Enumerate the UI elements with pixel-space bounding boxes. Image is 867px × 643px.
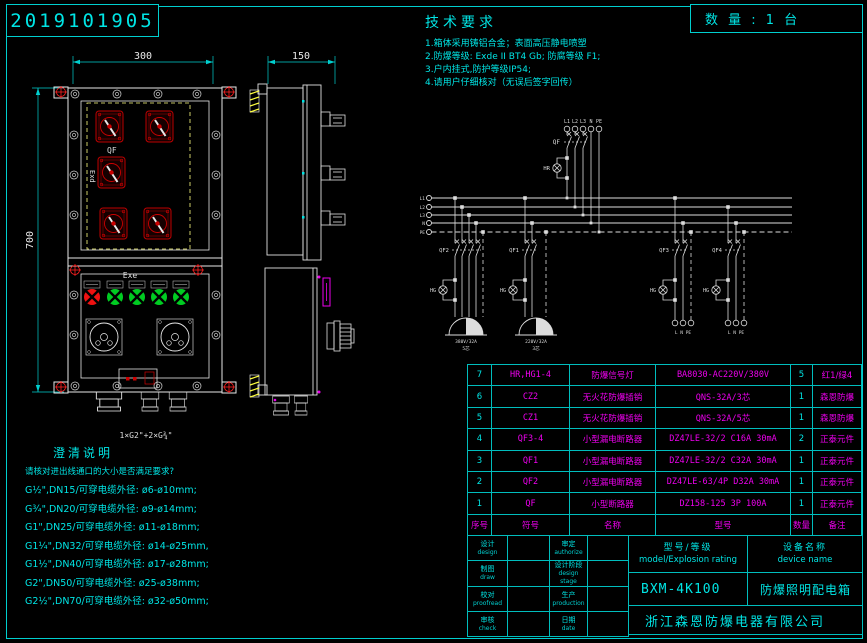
indicator-light-icon [84,281,189,305]
busbars [427,196,793,235]
branch-label: QF1 [509,248,519,254]
model-value: BXM-4K100 [629,573,748,606]
exd-mark: Exd [88,170,96,183]
rotary-switch-icon [96,111,173,239]
quantity-box: 数 量 : 1 台 [690,4,863,33]
drawing-number: 2019101905 [6,4,159,37]
svg-text:L N PE: L N PE [675,330,692,336]
side-breaker-handle [318,276,331,394]
svg-text:220V/32A: 220V/32A [525,339,547,345]
notes-question: 请核对进出线通口的大小是否满足要求? [25,465,260,477]
dim-width: 300 [134,51,152,62]
notes-line: G2",DN50/可穿电缆外径: ø25-ø38mm; [25,575,260,594]
mount-hole-icon [55,86,235,393]
svg-text:L2: L2 [420,205,426,211]
front-view: 300 700 QF Exd [20,40,250,452]
qf-label: QF [107,146,117,155]
device-name-value: 防爆照明配电箱 [748,573,863,606]
svg-text:L1: L1 [420,196,426,202]
incoming-terminal-labels: L1 L2 L3 N PE [564,119,602,125]
svg-text:N: N [589,119,592,125]
bus-labels: L1 L2 L3 N PE [420,196,426,236]
gland-note: 1×G2"+2×G¾" [120,431,173,440]
device-name-header: 设备名称device name [748,536,863,573]
table-row: 3QF1小型漏电断路器DZ47LE-32/2 C32A 30mA1正泰元件 [468,450,862,471]
branch-label: QF4 [712,248,723,254]
svg-text:3芯: 3芯 [532,345,540,352]
nameplate [119,369,157,388]
branch-label: QF2 [439,248,449,254]
table-row: 5CZ1无火花防爆插销QNS-32A/5芯1森恩防爆 [468,407,862,428]
branch-label: QF3 [659,248,669,254]
tech-line: 1.箱体采用铸铝合金；表面高压静电喷塑 [425,38,710,51]
table-row: 7HR,HG1-4防爆信号灯BA8030-AC220V/380V5红1/绿4 [468,365,862,386]
title-block-signatures: 设计design审定authorize 制图draw设计阶段design sta… [467,535,629,637]
company-name: 浙江森恩防爆电器有限公司 [629,606,863,635]
model-rating-header: 型号/等级model/Explosion rating [629,536,748,573]
tech-line: 2.防爆等级: Exde II BT4 Gb; 防腐等级 F1; [425,51,710,64]
mount-lug-hatch [250,90,259,397]
cable-gland-icon [273,396,308,415]
cable-gland-icon [96,392,186,411]
lamp-label: HG [703,288,709,294]
table-header-row: 序号符号名称型号数量备注 [468,514,862,535]
notes-line: G2½",DN70/可穿电缆外径: ø32-ø50mm; [25,593,260,612]
exe-mark: Exe [123,271,138,280]
dim-height: 700 [25,231,36,249]
title-block-main: 型号/等级model/Explosion rating 设备名称device n… [628,535,863,635]
tech-title: 技术要求 [425,12,710,32]
branch-qf2 [439,197,487,335]
table-row: 1QF小型断路器DZ158-125 3P 100A1正泰元件 [468,493,862,514]
svg-text:L N PE: L N PE [728,330,745,336]
notes-line: G1",DN25/可穿电缆外径: ø11-ø18mm; [25,519,260,538]
tech-requirements: 技术要求 1.箱体采用铸铝合金；表面高压静电喷塑 2.防爆等级: Exde II… [425,12,710,90]
svg-text:L2: L2 [572,119,578,125]
notes-line: G1¼",DN32/可穿电缆外径: ø14-ø25mm, [25,538,260,557]
notes-line: G1½",DN40/可穿电缆外径: ø17-ø28mm; [25,556,260,575]
svg-text:N: N [422,221,425,227]
main-breaker-label: QF [553,139,561,146]
lamp-label: HG [500,288,506,294]
socket-icon [86,319,193,355]
svg-text:5芯: 5芯 [462,345,470,352]
table-row: 4QF3-4小型漏电断路器DZ47LE-32/2 C16A 30mA2正泰元件 [468,429,862,450]
svg-text:L3: L3 [420,213,426,219]
tech-line: 3.户内挂式,防护等级IP54; [425,64,710,77]
svg-text:PE: PE [596,119,602,125]
dim-depth: 150 [292,51,310,62]
svg-text:PE: PE [420,230,426,236]
table-row: 2QF2小型漏电断路器DZ47LE-63/4P D32A 30mA1正泰元件 [468,471,862,492]
incoming-circuit [553,126,602,232]
side-socket [327,321,354,351]
lamp-label: HG [430,288,436,294]
branch-qf3 [659,197,694,326]
notes-line: G¾",DN20/可穿电缆外径: ø9-ø14mm; [25,501,260,520]
table-row: 6CZ2无火花防爆插销QNS-32A/3芯1森恩防爆 [468,386,862,407]
wiring-diagram: QF HR L1 L2 L3 N PE L1 L2 L3 N PE [400,85,800,365]
drawing-sheet: 2019101905 数 量 : 1 台 技术要求 1.箱体采用铸铝合金；表面高… [0,0,867,643]
bom-table: 7HR,HG1-4防爆信号灯BA8030-AC220V/380V5红1/绿4 6… [467,364,862,536]
notes-title: 澄清说明 [53,444,260,461]
svg-text:380V/32A: 380V/32A [455,339,477,345]
main-lamp-label: HR [543,166,550,172]
lamp-label: HG [650,288,656,294]
notes-line: G½",DN15/可穿电缆外径: ø6-ø10mm; [25,482,260,501]
svg-text:L3: L3 [580,119,586,125]
svg-text:L1: L1 [564,119,570,125]
side-handles [321,112,345,225]
side-view: 150 [245,40,365,440]
side-profile [258,84,321,395]
enclosure-outline [54,87,236,393]
branch-qf4 [712,206,747,326]
branch-qf1 [509,197,557,335]
pipe-notes: 澄清说明 请核对进出线通口的大小是否满足要求? G½",DN15/可穿电缆外径:… [25,444,260,612]
